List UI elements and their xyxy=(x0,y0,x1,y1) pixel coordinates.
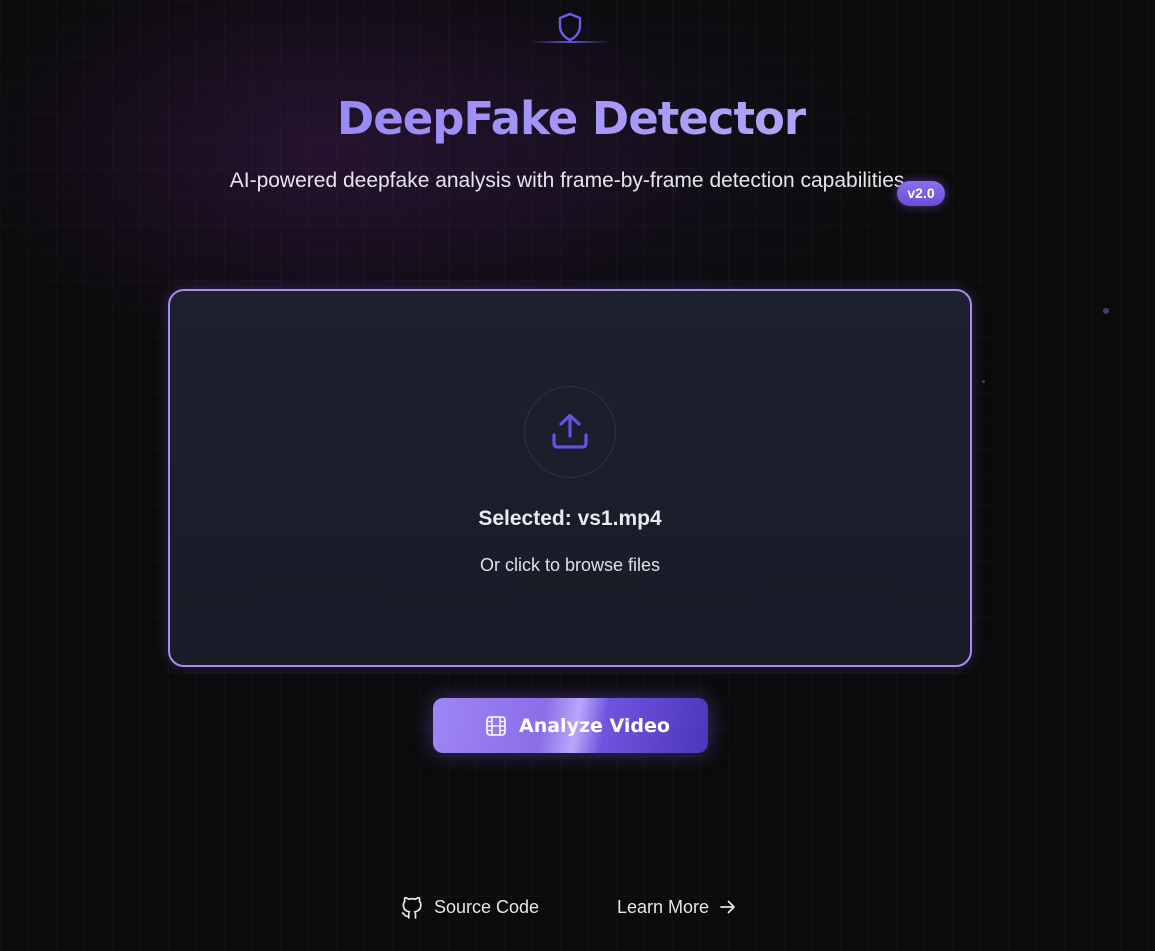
version-badge: v2.0 xyxy=(897,181,945,206)
upload-icon-circle xyxy=(524,386,616,478)
decorative-dot xyxy=(982,380,985,383)
logo-underline xyxy=(530,41,610,43)
arrow-right-icon xyxy=(720,900,735,914)
learn-more-link[interactable]: Learn More xyxy=(617,893,738,921)
page: DeepFake Detector AI-powered deepfake an… xyxy=(0,0,1155,951)
decorative-dot xyxy=(1103,308,1109,314)
analyze-button-content: Analyze Video xyxy=(485,714,670,738)
upload-icon xyxy=(552,413,588,449)
learn-more-label: Learn More xyxy=(617,896,710,917)
github-icon xyxy=(401,896,422,919)
upload-dropzone[interactable]: Selected: vs1.mp4 Or click to browse fil… xyxy=(168,289,972,667)
browse-files-hint: Or click to browse files xyxy=(479,555,661,575)
page-title: DeepFake Detector xyxy=(0,92,1142,145)
page-subtitle: AI-powered deepfake analysis with frame-… xyxy=(229,169,911,192)
analyze-button-label: Analyze Video xyxy=(519,715,670,737)
shield-icon xyxy=(558,12,582,42)
analyze-video-button[interactable]: Analyze Video xyxy=(433,698,708,753)
source-code-label: Source Code xyxy=(434,896,540,917)
film-icon xyxy=(486,716,506,736)
source-code-link[interactable]: Source Code xyxy=(401,893,539,921)
logo xyxy=(530,8,610,48)
selected-file-label: Selected: vs1.mp4 xyxy=(478,507,662,530)
